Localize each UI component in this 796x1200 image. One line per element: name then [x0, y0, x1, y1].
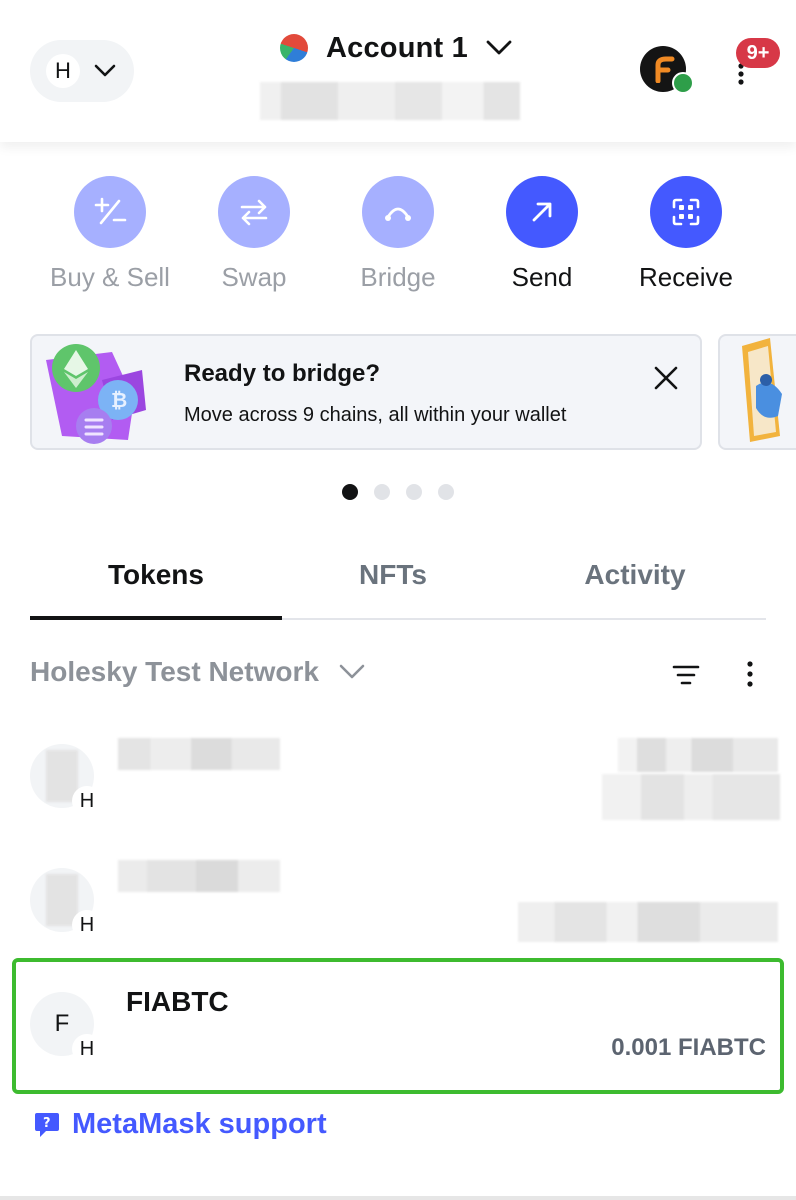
token-balance-redacted — [518, 902, 778, 942]
swap-icon-circle — [218, 176, 290, 248]
token-fiat-redacted — [618, 738, 778, 772]
token-network-badge: H — [72, 786, 102, 816]
qr-scan-icon — [672, 198, 700, 226]
token-row-fiabtc[interactable]: F H FIABTC 0.001 FIABTC — [30, 980, 766, 1090]
swap-label: Swap — [221, 262, 287, 292]
swap-arrows-icon — [240, 199, 268, 226]
account-address-redacted[interactable] — [260, 82, 520, 120]
bridge-label: Bridge — [360, 262, 436, 292]
banner-title: Ready to bridge? — [184, 360, 381, 387]
network-picker[interactable]: H — [30, 40, 134, 102]
send-label: Send — [511, 262, 573, 292]
receive-label: Receive — [639, 262, 733, 292]
token-name-redacted — [118, 860, 280, 892]
support-label: MetaMask support — [72, 1108, 327, 1140]
carousel-dot-3[interactable] — [406, 484, 422, 500]
bridge-promo-banner[interactable]: ₿ Ready to bridge? Move across 9 chains,… — [30, 334, 702, 450]
app-header: H Account 1 9+ — [0, 0, 796, 142]
account-avatar — [280, 34, 308, 62]
network-filter-dropdown[interactable]: Holesky Test Network — [30, 656, 365, 688]
send-icon-circle — [506, 176, 578, 248]
asset-tabs: Tokens NFTs Activity — [30, 552, 766, 620]
connection-status-dot — [672, 72, 694, 94]
token-network-badge: H — [72, 1034, 102, 1064]
bridge-button[interactable]: Bridge — [328, 176, 468, 293]
account-name: Account 1 — [326, 31, 468, 64]
buy-sell-button[interactable]: Buy & Sell — [40, 176, 180, 293]
token-network-badge: H — [72, 910, 102, 940]
receive-button[interactable]: Receive — [616, 176, 756, 293]
svg-text:?: ? — [43, 1116, 51, 1131]
close-icon[interactable] — [652, 364, 680, 392]
network-avatar: H — [46, 54, 80, 88]
promo-illustration — [742, 338, 782, 442]
buy-sell-icon-circle — [74, 176, 146, 248]
tab-activity[interactable]: Activity — [514, 552, 756, 618]
token-name-redacted — [118, 738, 280, 770]
carousel-dot-4[interactable] — [438, 484, 454, 500]
network-filter-label: Holesky Test Network — [30, 656, 319, 687]
active-tab-indicator — [30, 616, 282, 620]
help-chat-icon: ? — [35, 1112, 59, 1137]
carousel-dot-1[interactable] — [342, 484, 358, 500]
tab-nfts[interactable]: NFTs — [282, 552, 504, 618]
metamask-support-link[interactable]: ? MetaMask support — [34, 1108, 327, 1141]
token-balance: 0.001 FIABTC — [611, 1034, 766, 1061]
chevron-down-icon — [94, 64, 116, 77]
receive-icon-circle — [650, 176, 722, 248]
bridge-icon-circle — [362, 176, 434, 248]
send-button[interactable]: Send — [472, 176, 612, 293]
more-options-icon[interactable] — [744, 660, 756, 688]
crypto-coins-illustration: ₿ — [46, 344, 146, 444]
carousel-dot-2[interactable] — [374, 484, 390, 500]
token-row[interactable]: H — [30, 856, 778, 966]
buy-sell-label: Buy & Sell — [50, 262, 170, 292]
bottom-divider — [0, 1196, 796, 1200]
tab-tokens[interactable]: Tokens — [30, 552, 282, 618]
chevron-down-icon — [486, 40, 512, 55]
token-row[interactable]: H — [30, 732, 780, 842]
sort-filter-icon[interactable] — [672, 664, 700, 686]
swap-button[interactable]: Swap — [184, 176, 324, 293]
token-name: FIABTC — [126, 986, 229, 1017]
token-balance-redacted — [602, 774, 780, 820]
next-promo-banner[interactable] — [718, 334, 796, 450]
svg-text:₿: ₿ — [111, 388, 127, 412]
banner-text: Move across 9 chains, all within your wa… — [184, 404, 567, 426]
chevron-down-icon — [339, 664, 365, 679]
arrow-up-right-icon — [532, 202, 552, 222]
account-picker[interactable]: Account 1 — [280, 28, 512, 68]
notification-badge[interactable]: 9+ — [736, 38, 780, 68]
action-bar: Buy & Sell Swap Bridge Send Receive — [0, 176, 796, 296]
carousel-indicator — [342, 484, 454, 500]
plus-minus-icon — [94, 197, 127, 225]
bridge-arc-icon — [385, 207, 411, 221]
